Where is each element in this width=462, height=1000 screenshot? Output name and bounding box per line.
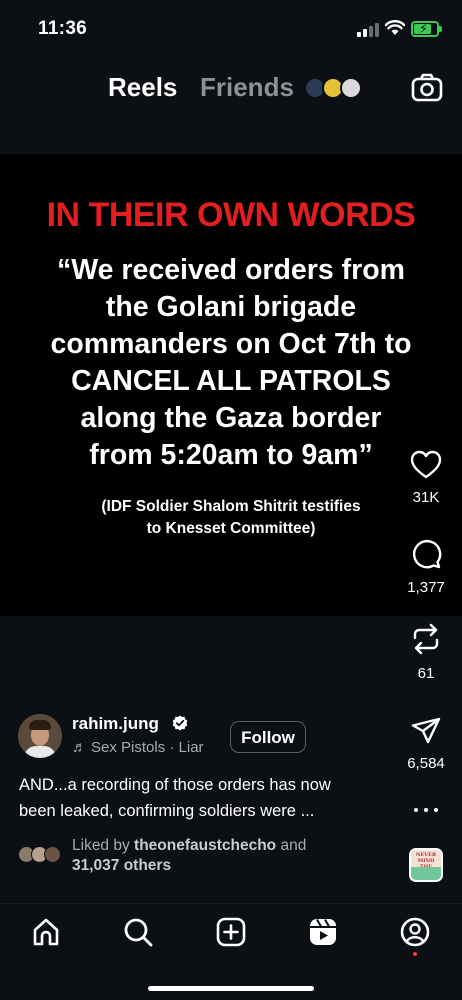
avatar[interactable] — [18, 714, 62, 758]
liked-by-user[interactable]: theonefaustchecho — [134, 837, 276, 854]
follow-button[interactable]: Follow — [230, 721, 306, 753]
video-attribution: (IDF Soldier Shalom Shitrit testifies to… — [101, 498, 361, 537]
shares-count: 6,584 — [407, 755, 445, 772]
verified-badge-icon — [172, 715, 188, 731]
heart-icon[interactable] — [410, 450, 442, 480]
home-icon[interactable] — [30, 916, 62, 948]
repost-icon[interactable] — [410, 622, 442, 656]
tab-friends[interactable]: Friends — [200, 72, 294, 103]
liked-by-avatars — [18, 846, 68, 864]
top-tabs: Reels Friends — [0, 66, 462, 110]
comment-icon[interactable] — [410, 538, 442, 570]
liked-by[interactable]: Liked by theonefaustchecho and 31,037 ot… — [18, 836, 378, 876]
battery-charging-icon: ⚡ — [411, 21, 442, 37]
wifi-icon — [385, 20, 405, 35]
cellular-signal-icon — [357, 23, 379, 37]
camera-icon[interactable] — [410, 70, 444, 104]
video-headline: IN THEIR OWN WORDS — [46, 196, 416, 234]
home-indicator — [148, 986, 314, 991]
comment-action[interactable]: 1,377 — [396, 538, 456, 596]
audio-track[interactable]: ♬ Sex Pistols · Liar — [72, 739, 204, 756]
friend-avatar — [340, 77, 362, 99]
video-quote: “We received orders from the Golani brig… — [50, 254, 412, 471]
liked-by-text: Liked by theonefaustchecho and 31,037 ot… — [72, 836, 306, 876]
friends-avatars[interactable] — [304, 77, 366, 99]
reels-icon[interactable] — [307, 916, 339, 948]
comments-count: 1,377 — [407, 579, 445, 596]
profile-notification-dot — [413, 952, 417, 956]
post-author: rahim.jung ♬ Sex Pistols · Liar Follow — [18, 714, 398, 764]
reposts-count: 61 — [417, 665, 435, 682]
create-icon[interactable] — [215, 916, 247, 948]
bottom-nav — [0, 903, 462, 1000]
liked-by-others[interactable]: 31,037 others — [72, 857, 171, 874]
music-note-icon: ♬ — [72, 739, 87, 756]
reel-video[interactable]: IN THEIR OWN WORDS “We received orders f… — [0, 154, 462, 616]
liker-avatar — [44, 846, 61, 863]
audio-track-label: Sex Pistols · Liar — [91, 739, 204, 756]
likes-count: 31K — [412, 489, 440, 506]
like-action[interactable]: 31K — [396, 450, 456, 506]
more-options-icon[interactable] — [410, 800, 442, 820]
liked-by-and: and — [276, 837, 307, 854]
status-bar: 11:36 ⚡ — [0, 0, 462, 58]
liked-by-prefix: Liked by — [72, 837, 135, 854]
share-action[interactable]: 6,584 — [396, 716, 456, 772]
send-icon[interactable] — [410, 716, 442, 746]
post-caption[interactable]: AND...a recording of those orders has no… — [19, 772, 389, 824]
search-icon[interactable] — [122, 916, 154, 948]
status-time: 11:36 — [38, 18, 88, 39]
tab-reels[interactable]: Reels — [108, 72, 177, 103]
audio-thumbnail[interactable]: NEVER MIND THE BOLLOCKS — [409, 848, 443, 882]
profile-icon[interactable] — [399, 916, 431, 948]
username[interactable]: rahim.jung — [72, 714, 159, 734]
repost-action[interactable]: 61 — [396, 622, 456, 682]
